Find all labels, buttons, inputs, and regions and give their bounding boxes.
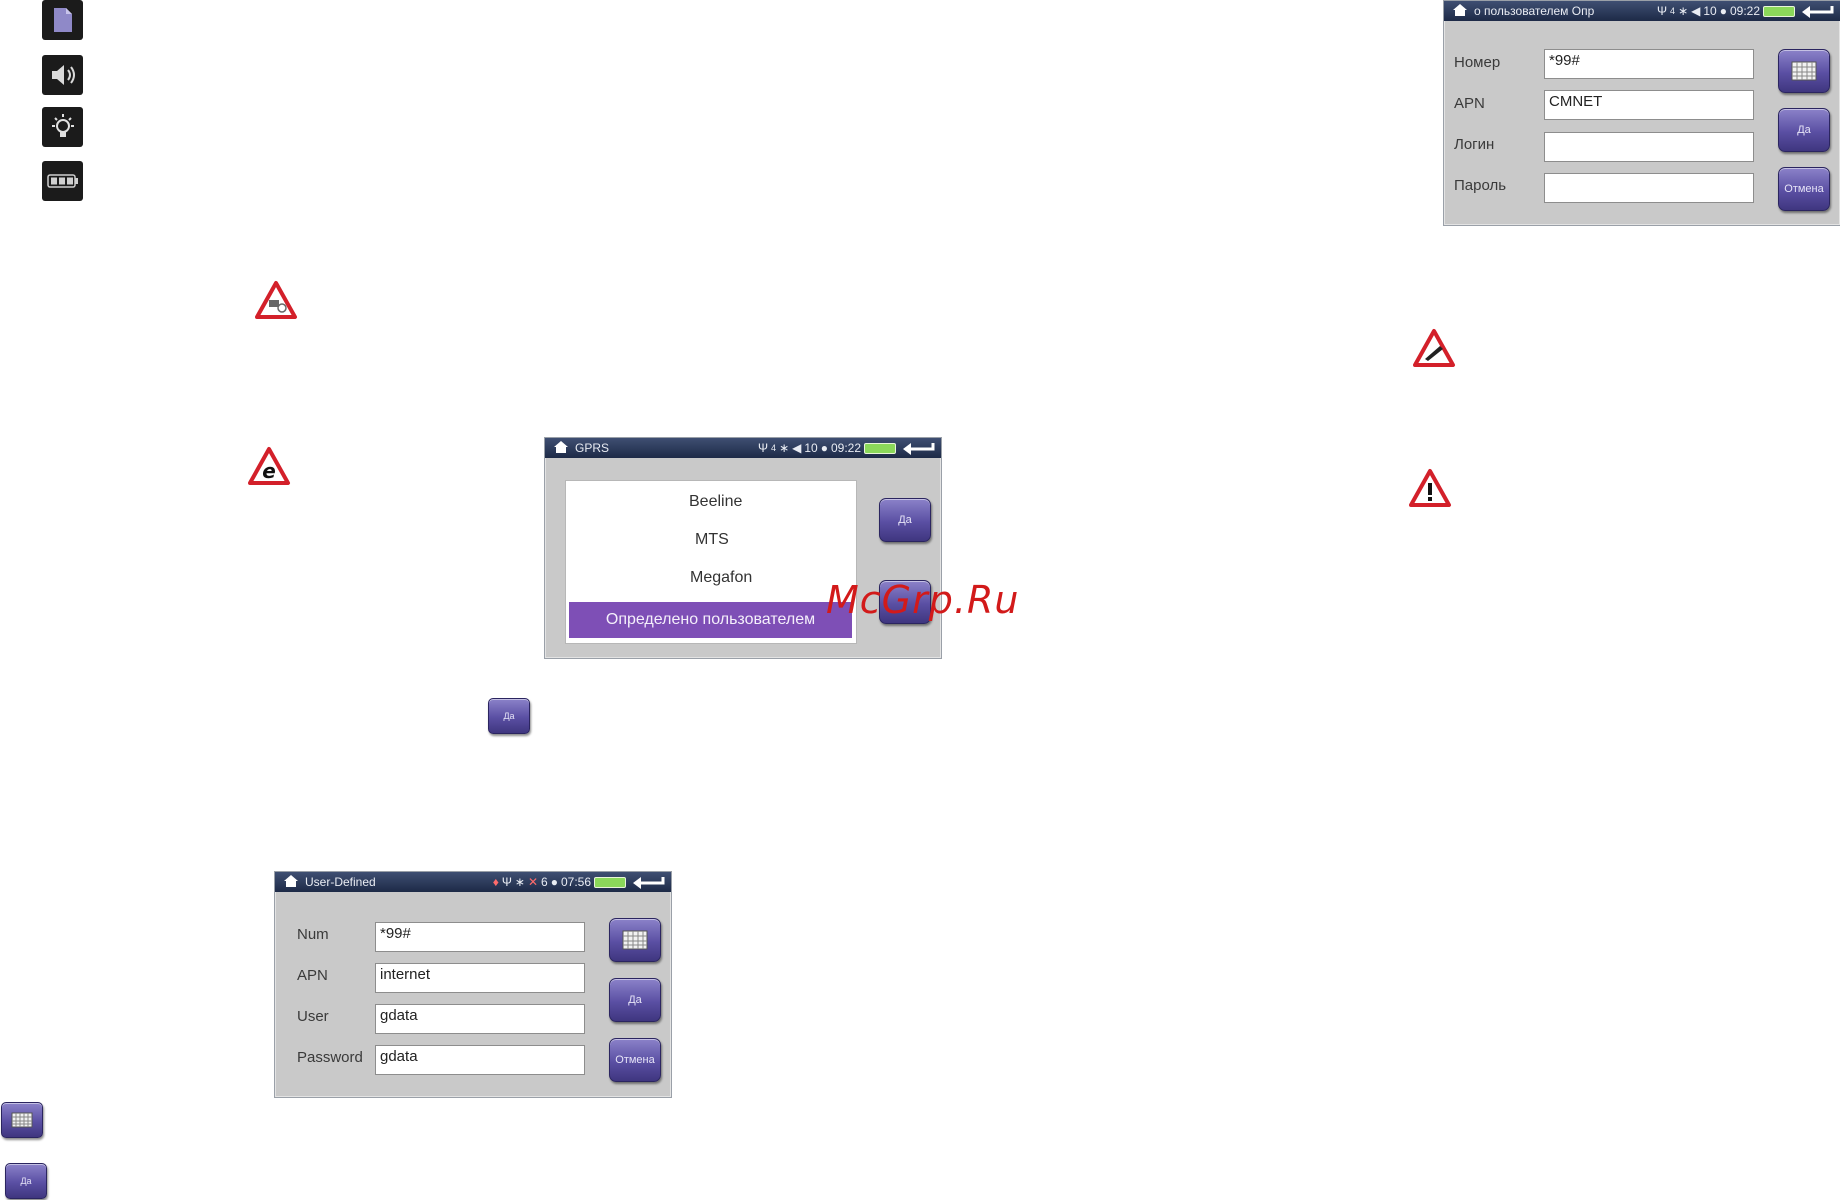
status-bar: User-Defined ♦ Ψ ∗ ✕ 6 ● 07:56 bbox=[275, 872, 671, 892]
brightness-icon bbox=[42, 107, 83, 147]
clock-icon: ● bbox=[1719, 4, 1727, 18]
back-arrow-icon[interactable] bbox=[899, 441, 937, 455]
battery-status-icon bbox=[1763, 5, 1795, 17]
ok-button-sample[interactable]: Да bbox=[5, 1163, 47, 1199]
password-field[interactable]: gdata bbox=[375, 1045, 585, 1075]
volume-level: 10 bbox=[804, 441, 818, 455]
apn-label: APN bbox=[1454, 95, 1485, 112]
ok-button-sample[interactable]: Да bbox=[488, 698, 530, 734]
keyboard-button-sample[interactable] bbox=[1, 1102, 43, 1138]
antenna-icon: Ψ bbox=[1657, 4, 1668, 18]
list-item-selected[interactable]: Определено пользователем bbox=[569, 602, 852, 638]
clock-time: 07:56 bbox=[560, 875, 591, 889]
antenna-icon: Ψ bbox=[501, 875, 512, 889]
list-item[interactable]: Megafon bbox=[690, 569, 752, 587]
back-arrow-icon[interactable] bbox=[1798, 4, 1836, 18]
volume-icon: ◀ bbox=[1691, 4, 1701, 18]
volume-icon: ◀ bbox=[792, 441, 802, 455]
back-arrow-icon[interactable] bbox=[629, 875, 667, 889]
clock-time: 09:22 bbox=[830, 441, 861, 455]
status-bar: GPRS Ψ4 ∗ ◀ 10 ● 09:22 bbox=[545, 438, 941, 458]
screen-title: GPRS bbox=[575, 441, 610, 455]
user-label: User bbox=[297, 1008, 329, 1025]
login-label: Логин bbox=[1454, 136, 1495, 153]
volume-level: 6 bbox=[541, 875, 548, 889]
clock-icon: ● bbox=[820, 441, 828, 455]
password-label: Пароль bbox=[1454, 177, 1507, 194]
muted-volume-icon: ✕ bbox=[527, 875, 539, 889]
login-field[interactable] bbox=[1544, 132, 1754, 162]
screen-title: User-Defined bbox=[305, 875, 376, 889]
exclamation-warning-icon bbox=[1408, 468, 1452, 513]
bluetooth-icon: ∗ bbox=[1678, 4, 1689, 18]
operator-list: Beeline MTS Megafon Определено пользоват… bbox=[565, 480, 857, 644]
home-icon[interactable] bbox=[553, 440, 569, 457]
num-field[interactable]: *99# bbox=[375, 922, 585, 952]
antenna-icon: Ψ bbox=[758, 441, 769, 455]
keyboard-button[interactable] bbox=[609, 918, 661, 962]
list-item[interactable]: Beeline bbox=[689, 493, 742, 511]
password-label: Password bbox=[297, 1049, 363, 1066]
clock-icon: ● bbox=[550, 875, 558, 889]
number-field[interactable]: *99# bbox=[1544, 49, 1754, 79]
alert-bell-icon: ♦ bbox=[492, 875, 499, 889]
signal-level: 4 bbox=[771, 443, 777, 453]
bluetooth-icon: ∗ bbox=[514, 875, 525, 889]
status-bar: о пользователем Опр Ψ4 ∗ ◀ 10 ● 09:22 bbox=[1444, 1, 1840, 21]
pen-note-icon bbox=[1412, 328, 1456, 373]
apn-label: APN bbox=[297, 967, 328, 984]
battery-icon bbox=[42, 161, 83, 201]
battery-status-icon bbox=[864, 442, 896, 454]
number-label: Номер bbox=[1454, 54, 1501, 71]
volume-level: 10 bbox=[1703, 4, 1717, 18]
bluetooth-icon: ∗ bbox=[779, 441, 790, 455]
home-icon[interactable] bbox=[1452, 3, 1468, 20]
ok-button[interactable]: Да bbox=[1778, 108, 1830, 152]
keyboard-icon bbox=[11, 1112, 33, 1128]
watermark: McGrp.Ru bbox=[826, 578, 1020, 622]
document-icon bbox=[42, 0, 83, 40]
user-field[interactable]: gdata bbox=[375, 1004, 585, 1034]
ok-button[interactable]: Да bbox=[609, 978, 661, 1022]
gprs-screen: GPRS Ψ4 ∗ ◀ 10 ● 09:22 Beeline MTS Megafon… bbox=[544, 437, 942, 659]
ru-user-defined-screen: о пользователем Опр Ψ4 ∗ ◀ 10 ● 09:22 Номе… bbox=[1443, 0, 1840, 226]
speaker-icon bbox=[42, 55, 83, 95]
keyboard-icon bbox=[1791, 61, 1817, 81]
gprs-edge-icon: e bbox=[247, 446, 291, 491]
clock-time: 09:22 bbox=[1729, 4, 1760, 18]
password-field[interactable] bbox=[1544, 173, 1754, 203]
sim-warning-icon bbox=[254, 280, 298, 325]
screen-title: о пользователем Опр bbox=[1474, 4, 1595, 18]
home-icon[interactable] bbox=[283, 874, 299, 891]
battery-status-icon bbox=[594, 876, 626, 888]
cancel-button[interactable]: Отмена bbox=[609, 1038, 661, 1082]
apn-field[interactable]: internet bbox=[375, 963, 585, 993]
cancel-button[interactable]: Отмена bbox=[1778, 167, 1830, 211]
svg-text:e: e bbox=[262, 459, 276, 483]
user-defined-screen: User-Defined ♦ Ψ ∗ ✕ 6 ● 07:56 Num *99# AP… bbox=[274, 871, 672, 1098]
apn-field[interactable]: CMNET bbox=[1544, 90, 1754, 120]
keyboard-button[interactable] bbox=[1778, 49, 1830, 93]
list-item[interactable]: MTS bbox=[695, 531, 729, 549]
num-label: Num bbox=[297, 926, 329, 943]
ok-button[interactable]: Да bbox=[879, 498, 931, 542]
signal-level: 4 bbox=[1670, 6, 1676, 16]
keyboard-icon bbox=[622, 930, 648, 950]
